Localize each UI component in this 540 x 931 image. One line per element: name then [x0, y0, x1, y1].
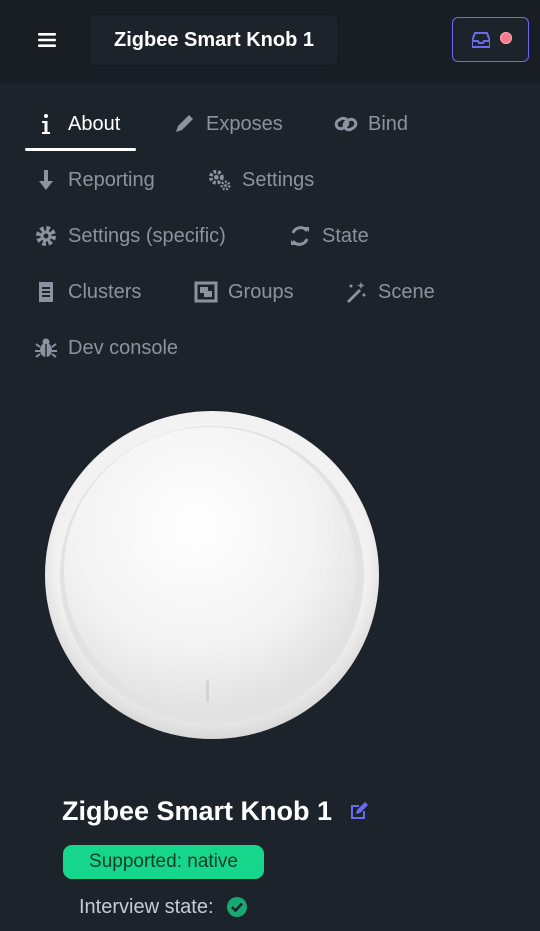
status-dot	[500, 32, 512, 44]
object-group-icon	[194, 280, 218, 304]
notifications-button[interactable]	[452, 17, 529, 62]
tab-settings-specific[interactable]: Settings (specific)	[34, 216, 226, 256]
support-status-badge: Supported: native	[63, 845, 264, 879]
tab-label: State	[322, 224, 369, 247]
menu-button[interactable]	[26, 20, 68, 60]
refresh-icon	[288, 224, 312, 248]
tab-label: Exposes	[206, 112, 283, 135]
receipt-icon	[34, 280, 58, 304]
magic-wand-icon	[344, 280, 368, 304]
device-image	[45, 411, 379, 739]
tab-label: Groups	[228, 280, 294, 303]
top-bar: Zigbee Smart Knob 1	[0, 0, 540, 84]
tab-state[interactable]: State	[288, 216, 369, 256]
tab-scene[interactable]: Scene	[344, 272, 435, 312]
link-icon	[334, 112, 358, 136]
device-title-button[interactable]: Zigbee Smart Knob 1	[89, 14, 339, 66]
tab-label: About	[68, 112, 121, 135]
tab-label: Dev console	[68, 336, 179, 359]
tab-label: Bind	[368, 112, 409, 135]
hamburger-icon	[38, 33, 56, 47]
tab-label: Clusters	[68, 280, 142, 303]
tab-label: Reporting	[68, 168, 155, 191]
tab-dev-console[interactable]: Dev console	[34, 328, 178, 368]
tab-label: Settings	[242, 168, 315, 191]
inbox-icon	[472, 32, 490, 48]
check-circle-icon	[226, 897, 247, 917]
interview-state-label: Interview state:	[79, 895, 214, 918]
edit-icon	[351, 802, 368, 819]
tab-clusters[interactable]: Clusters	[34, 272, 141, 312]
gear-icon	[34, 224, 58, 248]
device-name: Zigbee Smart Knob 1	[62, 795, 333, 826]
tab-bind[interactable]: Bind	[334, 104, 408, 144]
tab-label: Scene	[378, 280, 435, 303]
tab-label: Settings (specific)	[68, 224, 226, 247]
pencil-icon	[172, 112, 196, 136]
tab-about[interactable]: About	[34, 104, 120, 144]
active-tab-indicator	[25, 148, 136, 151]
tab-settings[interactable]: Settings	[208, 160, 314, 200]
bug-icon	[34, 336, 58, 360]
rename-device-button[interactable]	[348, 800, 370, 822]
tab-reporting[interactable]: Reporting	[34, 160, 155, 200]
header-title: Zigbee Smart Knob 1	[113, 28, 315, 51]
tab-groups[interactable]: Groups	[194, 272, 294, 312]
download-arrow-icon	[34, 168, 58, 192]
gears-icon	[208, 168, 232, 192]
interview-state: Interview state:	[65, 889, 275, 925]
tab-exposes[interactable]: Exposes	[172, 104, 283, 144]
info-icon	[34, 112, 58, 136]
